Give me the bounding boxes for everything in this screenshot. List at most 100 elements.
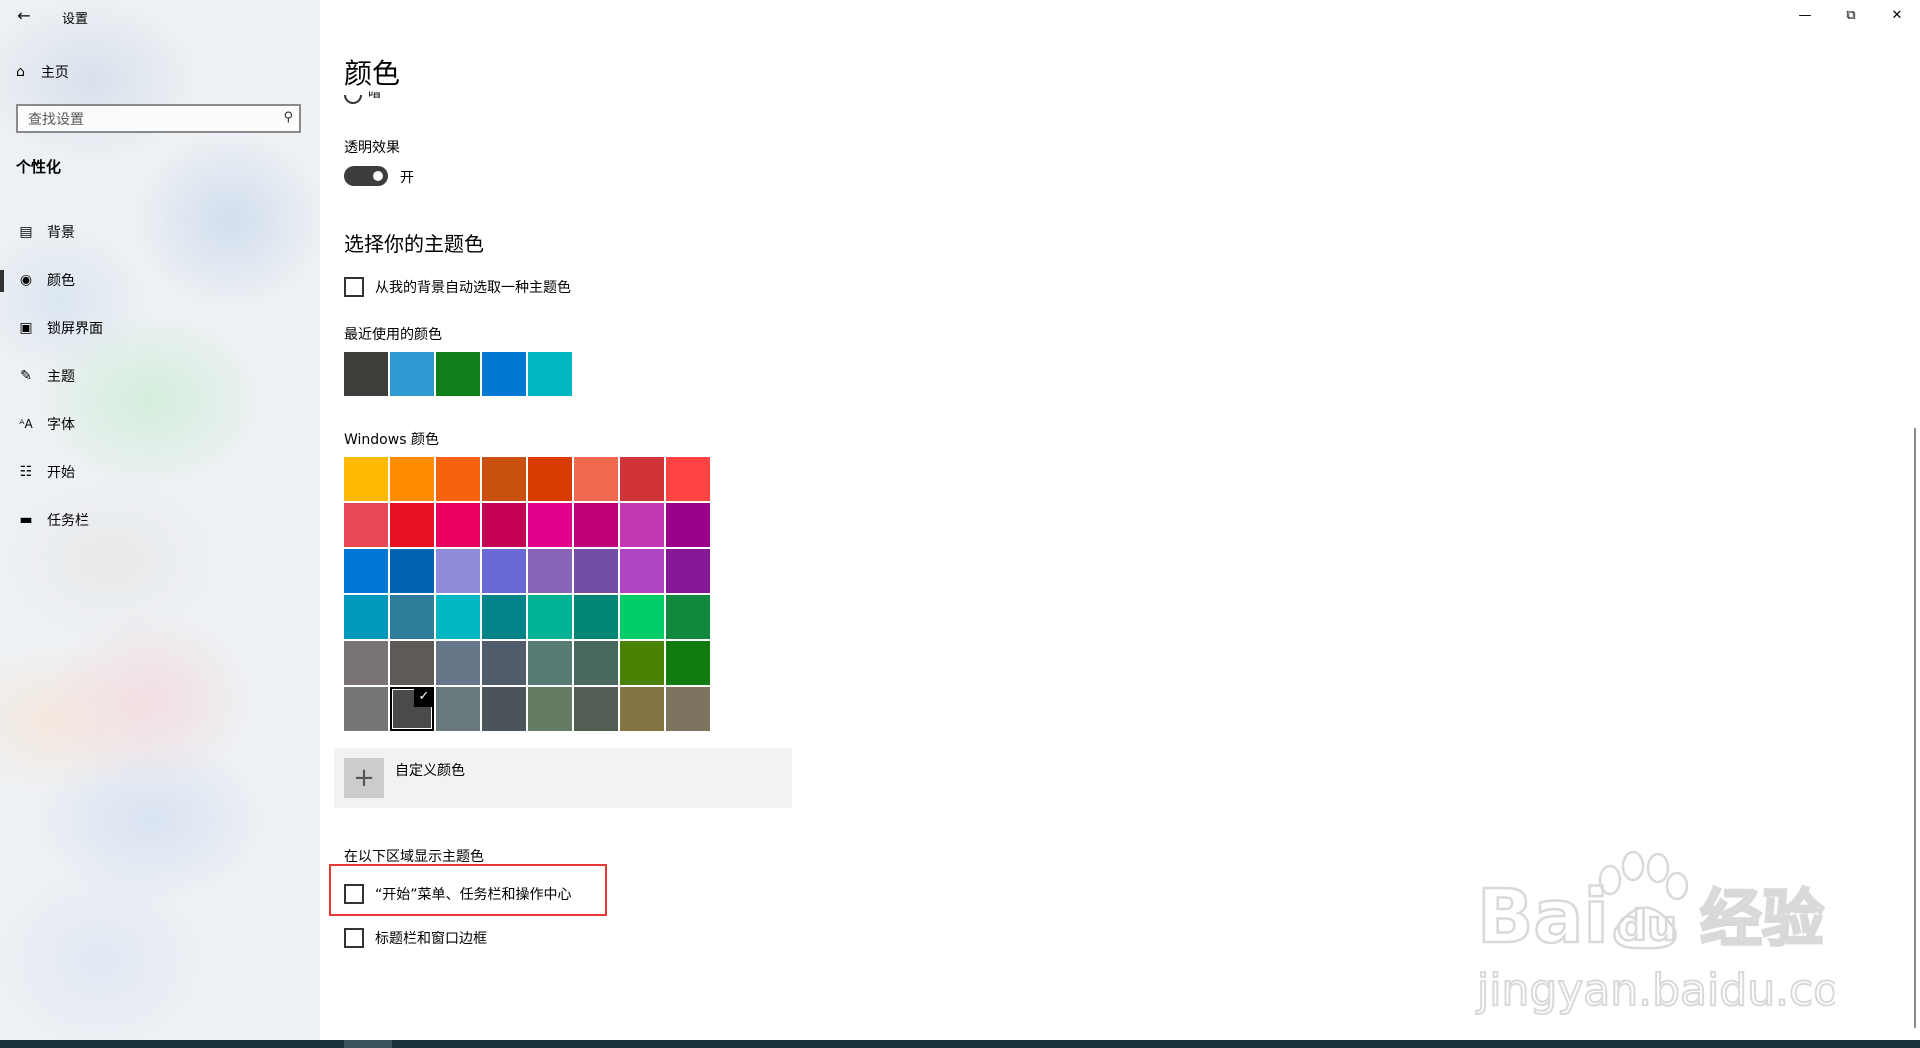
sidebar-item-label: 颜色 bbox=[47, 273, 75, 289]
transparency-label: 透明效果 bbox=[344, 140, 400, 156]
windows-color-swatch[interactable] bbox=[528, 549, 572, 593]
windows-color-swatch[interactable] bbox=[344, 687, 388, 731]
custom-color-button[interactable]: + 自定义颜色 bbox=[334, 748, 792, 808]
sidebar-item-colors[interactable]: ◉ 颜色 bbox=[0, 256, 320, 304]
windows-color-swatch[interactable] bbox=[482, 595, 526, 639]
recent-color-swatch[interactable] bbox=[528, 352, 572, 396]
windows-color-swatch[interactable] bbox=[620, 687, 664, 731]
accent-heading: 选择你的主题色 bbox=[344, 232, 484, 256]
transparency-state: 开 bbox=[400, 170, 414, 186]
windows-color-swatch[interactable] bbox=[482, 549, 526, 593]
windows-color-swatch[interactable] bbox=[666, 595, 710, 639]
windows-colors-grid: ✓ bbox=[344, 457, 710, 731]
app-title: 设置 bbox=[62, 12, 89, 27]
windows-color-swatch[interactable] bbox=[666, 457, 710, 501]
taskbar-icon: ▬ bbox=[19, 512, 33, 528]
sidebar-home[interactable]: ⌂ 主页 bbox=[16, 62, 69, 82]
recent-color-swatch[interactable] bbox=[436, 352, 480, 396]
sidebar-item-taskbar[interactable]: ▬ 任务栏 bbox=[0, 496, 320, 544]
windows-color-swatch[interactable] bbox=[620, 641, 664, 685]
windows-color-swatch[interactable] bbox=[620, 549, 664, 593]
sidebar-item-label: 字体 bbox=[47, 417, 75, 433]
windows-color-swatch[interactable] bbox=[390, 641, 434, 685]
section-title: 个性化 bbox=[16, 158, 62, 176]
recent-color-swatch[interactable] bbox=[390, 352, 434, 396]
windows-color-swatch[interactable] bbox=[390, 503, 434, 547]
windows-color-swatch[interactable] bbox=[436, 549, 480, 593]
windows-color-swatch[interactable] bbox=[620, 457, 664, 501]
minimize-icon[interactable]: — bbox=[1782, 0, 1828, 32]
windows-color-swatch[interactable] bbox=[482, 503, 526, 547]
windows-color-swatch[interactable] bbox=[528, 595, 572, 639]
restore-icon[interactable]: ⧉ bbox=[1828, 0, 1874, 32]
windows-color-swatch[interactable] bbox=[390, 457, 434, 501]
windows-color-swatch[interactable] bbox=[528, 641, 572, 685]
sidebar-item-label: 背景 bbox=[47, 225, 75, 241]
sidebar-item-themes[interactable]: ✎ 主题 bbox=[0, 352, 320, 400]
back-arrow-icon[interactable]: ← bbox=[12, 4, 36, 28]
windows-color-swatch[interactable] bbox=[436, 503, 480, 547]
windows-color-swatch[interactable] bbox=[620, 503, 664, 547]
windows-color-swatch[interactable] bbox=[666, 549, 710, 593]
search-input[interactable] bbox=[18, 106, 270, 133]
title-bar-checkbox[interactable] bbox=[344, 928, 364, 948]
sidebar-item-fonts[interactable]: ᴬA 字体 bbox=[0, 400, 320, 448]
home-icon: ⌂ bbox=[16, 64, 25, 80]
windows-color-swatch[interactable]: ✓ bbox=[390, 687, 434, 731]
windows-color-swatch[interactable] bbox=[482, 457, 526, 501]
windows-color-swatch[interactable] bbox=[666, 687, 710, 731]
title-bar-option[interactable]: 标题栏和窗口边框 bbox=[344, 928, 487, 948]
recent-color-swatch[interactable] bbox=[344, 352, 388, 396]
windows-color-swatch[interactable] bbox=[574, 503, 618, 547]
windows-color-swatch[interactable] bbox=[574, 687, 618, 731]
sidebar-item-background[interactable]: ▤ 背景 bbox=[0, 208, 320, 256]
custom-color-label: 自定义颜色 bbox=[395, 763, 465, 779]
windows-color-swatch[interactable] bbox=[482, 641, 526, 685]
checkmark-icon: ✓ bbox=[414, 687, 434, 707]
scrollbar[interactable] bbox=[1914, 428, 1916, 1028]
sidebar-item-label: 主题 bbox=[47, 369, 75, 385]
windows-color-swatch[interactable] bbox=[436, 457, 480, 501]
windows-color-swatch[interactable] bbox=[666, 641, 710, 685]
windows-color-swatch[interactable] bbox=[344, 503, 388, 547]
windows-color-swatch[interactable] bbox=[574, 549, 618, 593]
window-controls: — ⧉ ✕ bbox=[1782, 0, 1920, 32]
title-bar-label: 标题栏和窗口边框 bbox=[375, 931, 487, 947]
lock-screen-icon: ▣ bbox=[19, 320, 33, 336]
sidebar-item-label: 任务栏 bbox=[47, 513, 89, 529]
auto-accent-option[interactable]: 从我的背景自动选取一种主题色 bbox=[344, 277, 571, 297]
windows-color-swatch[interactable] bbox=[528, 503, 572, 547]
plus-icon: + bbox=[344, 758, 384, 798]
transparency-toggle[interactable] bbox=[344, 166, 388, 186]
windows-color-swatch[interactable] bbox=[528, 687, 572, 731]
windows-color-swatch[interactable] bbox=[344, 595, 388, 639]
taskbar-active-item[interactable] bbox=[344, 1040, 392, 1048]
windows-color-swatch[interactable] bbox=[344, 457, 388, 501]
windows-color-swatch[interactable] bbox=[390, 549, 434, 593]
windows-color-swatch[interactable] bbox=[666, 503, 710, 547]
windows-color-swatch[interactable] bbox=[436, 595, 480, 639]
windows-color-swatch[interactable] bbox=[620, 595, 664, 639]
search-icon[interactable]: ⚲ bbox=[283, 110, 293, 125]
windows-color-swatch[interactable] bbox=[482, 687, 526, 731]
windows-color-swatch[interactable] bbox=[390, 595, 434, 639]
start-icon: ☷ bbox=[19, 464, 33, 480]
windows-color-swatch[interactable] bbox=[574, 595, 618, 639]
page-title: 颜色 bbox=[344, 57, 401, 90]
close-icon[interactable]: ✕ bbox=[1874, 0, 1920, 32]
windows-color-swatch[interactable] bbox=[528, 457, 572, 501]
windows-color-swatch[interactable] bbox=[574, 641, 618, 685]
windows-color-swatch[interactable] bbox=[436, 687, 480, 731]
recent-colors-grid bbox=[344, 352, 572, 396]
sidebar-item-lock-screen[interactable]: ▣ 锁屏界面 bbox=[0, 304, 320, 352]
recent-color-swatch[interactable] bbox=[482, 352, 526, 396]
show-accent-heading: 在以下区域显示主题色 bbox=[344, 849, 484, 865]
windows-color-swatch[interactable] bbox=[574, 457, 618, 501]
sidebar-item-label: 开始 bbox=[47, 465, 75, 481]
windows-color-swatch[interactable] bbox=[436, 641, 480, 685]
sidebar-item-start[interactable]: ☷ 开始 bbox=[0, 448, 320, 496]
windows-color-swatch[interactable] bbox=[344, 641, 388, 685]
auto-accent-checkbox[interactable] bbox=[344, 277, 364, 297]
red-highlight-box bbox=[329, 864, 607, 916]
windows-color-swatch[interactable] bbox=[344, 549, 388, 593]
